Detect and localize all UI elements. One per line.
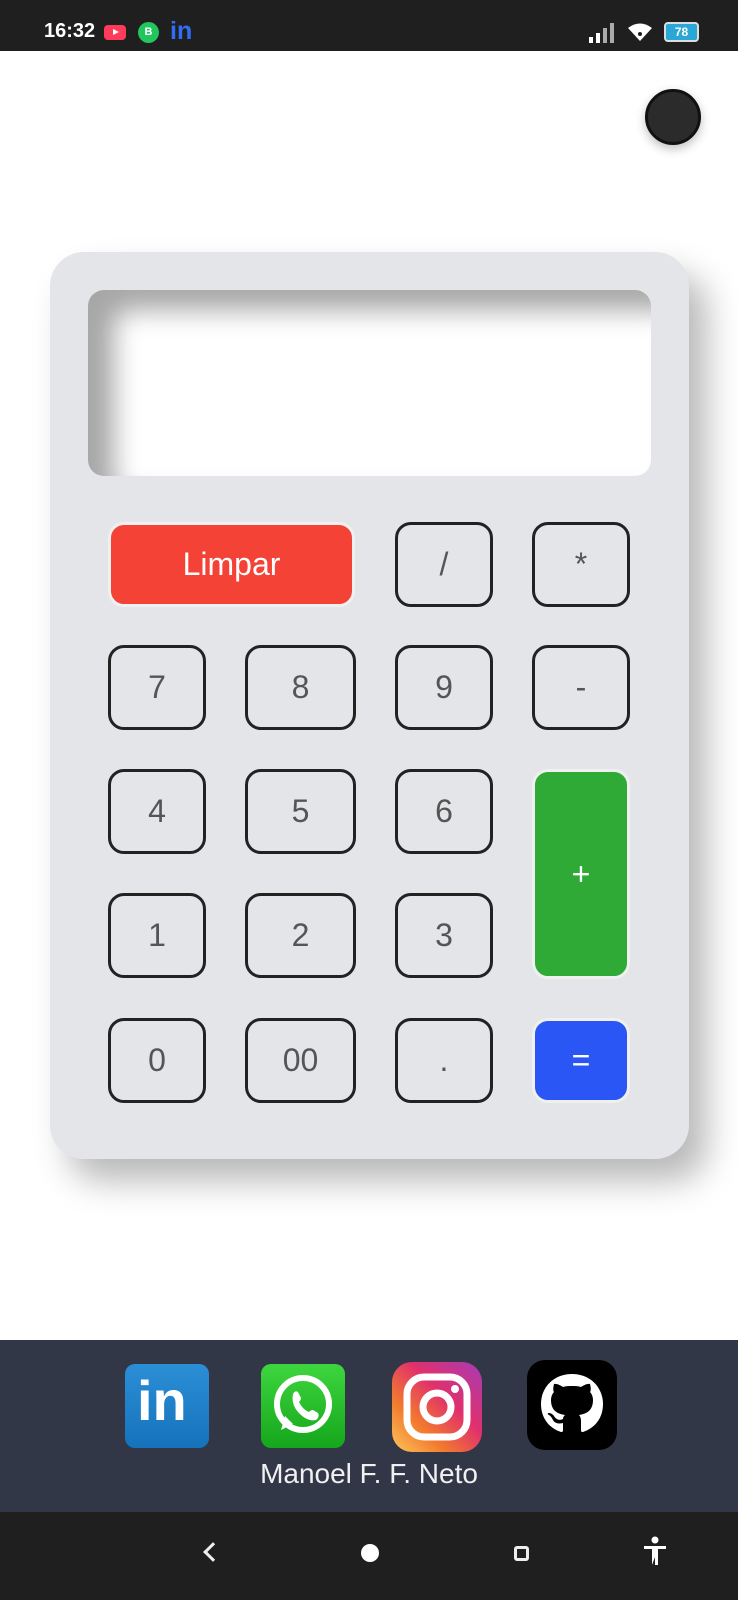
status-bar: 16:32 B in 78	[0, 0, 738, 51]
calculator-card: Limpar / * 7 8 9 - 4 5 6 + 1 2 3 0 00 . …	[50, 252, 689, 1159]
github-glyph-icon	[541, 1374, 603, 1432]
author-name: Manoel F. F. Neto	[260, 1458, 478, 1489]
plus-button[interactable]: +	[532, 769, 630, 979]
back-button[interactable]	[203, 1542, 223, 1562]
status-time: 16:32	[44, 20, 96, 42]
divide-button[interactable]: /	[395, 522, 493, 607]
five-button[interactable]: 5	[245, 769, 356, 854]
minus-button[interactable]: -	[532, 645, 630, 730]
linkedin-icon[interactable]: in	[125, 1364, 209, 1448]
one-button[interactable]: 1	[108, 893, 206, 978]
accessibility-icon[interactable]	[642, 1536, 668, 1566]
github-icon[interactable]	[527, 1360, 617, 1450]
eight-button[interactable]: 8	[245, 645, 356, 730]
theme-toggle-button[interactable]	[645, 89, 701, 145]
signal-icon	[589, 23, 614, 43]
instagram-glyph-icon	[403, 1373, 471, 1441]
home-button[interactable]	[361, 1544, 379, 1562]
whatsapp-icon[interactable]	[261, 1364, 345, 1448]
linkedin-icon-text: in	[137, 1369, 187, 1432]
youtube-notification-icon	[104, 25, 126, 40]
two-button[interactable]: 2	[245, 893, 356, 978]
zero-button[interactable]: 0	[108, 1018, 206, 1103]
b-notification-icon: B	[138, 22, 159, 43]
three-button[interactable]: 3	[395, 893, 493, 978]
calculator-display	[88, 290, 651, 476]
six-button[interactable]: 6	[395, 769, 493, 854]
clear-button[interactable]: Limpar	[108, 522, 355, 607]
instagram-icon[interactable]	[392, 1362, 482, 1452]
decimal-button[interactable]: .	[395, 1018, 493, 1103]
four-button[interactable]: 4	[108, 769, 206, 854]
battery-icon: 78	[664, 22, 699, 42]
recents-button[interactable]	[514, 1546, 529, 1561]
navigation-bar	[0, 1512, 738, 1600]
equals-button[interactable]: =	[532, 1018, 630, 1103]
multiply-button[interactable]: *	[532, 522, 630, 607]
footer: in Manoel F. F. Neto	[0, 1340, 738, 1512]
seven-button[interactable]: 7	[108, 645, 206, 730]
nine-button[interactable]: 9	[395, 645, 493, 730]
wifi-icon	[628, 23, 652, 41]
whatsapp-glyph-icon	[274, 1375, 332, 1433]
double-zero-button[interactable]: 00	[245, 1018, 356, 1103]
linkedin-notification-icon: in	[170, 17, 193, 45]
